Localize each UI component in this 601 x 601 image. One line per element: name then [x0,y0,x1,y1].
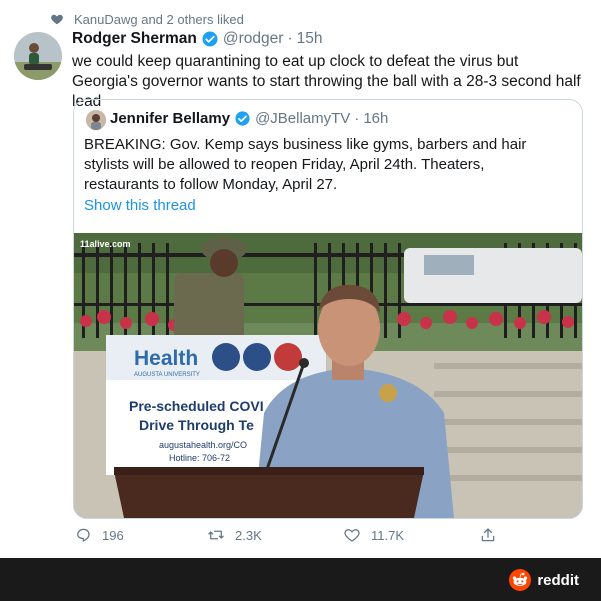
share-button[interactable] [479,526,507,544]
reddit-branding: reddit [509,569,579,591]
reddit-logo-icon [509,569,532,591]
quoted-author-header: Jennifer Bellamy @JBellamyTV · 16h [110,110,388,127]
media-watermark: 11alive.com [80,239,131,249]
social-context-text: KanuDawg and 2 others liked [74,11,244,27]
retweet-count: 2.3K [235,527,262,543]
like-count: 11.7K [371,527,405,543]
sign-url: augustahealth.org/CO [159,440,247,450]
tweet-actions: 196 2.3K 11.7K [0,526,601,548]
heart-icon [51,14,63,25]
quoted-tweet-text: BREAKING: Gov. Kemp says business like g… [84,136,527,193]
press-conference-photo: Health AUGUSTA UNIVERSITY Pre-scheduled … [74,233,582,518]
verified-badge-icon [202,31,218,47]
reply-icon [77,528,90,542]
share-icon [481,528,495,542]
reddit-footer-bar: reddit [0,558,601,601]
sign-line-2: Drive Through Te [139,417,254,433]
sign-brand: Health [134,347,198,370]
reply-count: 196 [102,527,124,543]
author-name[interactable]: Rodger Sherman [72,30,197,48]
author-header: Rodger Sherman @rodger · 15h [72,30,322,48]
quoted-author-handle[interactable]: @JBellamyTV [255,110,350,127]
separator-dot: · [287,30,293,47]
show-thread-link[interactable]: Show this thread [84,197,196,214]
retweet-button[interactable]: 2.3K [207,526,262,544]
quoted-author-avatar[interactable] [86,110,106,130]
quoted-tweet[interactable]: Jennifer Bellamy @JBellamyTV · 16h BREAK… [73,99,583,519]
sign-brand-sub: AUGUSTA UNIVERSITY [134,372,200,378]
heart-outline-icon [344,529,360,542]
author-avatar[interactable] [14,32,62,80]
retweet-icon [208,530,224,540]
quoted-timestamp[interactable]: 16h [363,110,388,127]
sign-line-1: Pre-scheduled COVI [129,398,264,414]
sign-hotline: Hotline: 706-72 [169,453,230,463]
author-handle[interactable]: @rodger [223,30,284,48]
tweet-timestamp[interactable]: 15h [297,30,323,48]
reddit-wordmark: reddit [537,571,579,589]
tweet-card[interactable]: KanuDawg and 2 others liked Rodger Sherm… [0,0,601,558]
quoted-media-image[interactable]: Health AUGUSTA UNIVERSITY Pre-scheduled … [74,233,582,518]
verified-badge-icon [235,111,250,126]
quoted-author-name[interactable]: Jennifer Bellamy [110,110,230,127]
reply-button[interactable]: 196 [74,526,124,544]
like-button[interactable]: 11.7K [343,526,404,544]
separator-dot: · [354,110,360,127]
social-context: KanuDawg and 2 others liked [50,11,244,27]
